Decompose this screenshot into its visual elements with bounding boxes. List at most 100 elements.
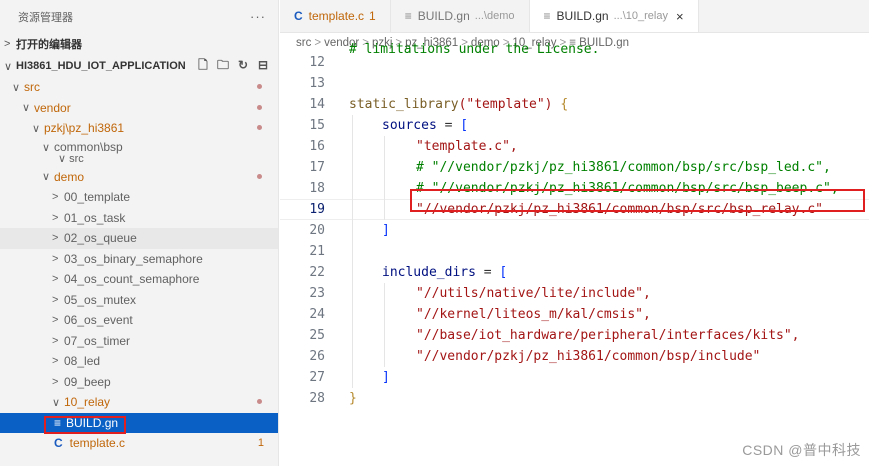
tree-item-08-led[interactable]: > 08_led	[0, 351, 278, 372]
tree-item-label: template.c	[69, 436, 126, 451]
tree-item-10-relay[interactable]: ∨ 10_relay	[0, 392, 278, 413]
indent-guide	[384, 304, 385, 325]
tree-item-label: 01_os_task	[64, 210, 126, 225]
explorer-sidebar: 资源管理器 ··· > 打开的编辑器 ∨ HI3861_HDU_IOT_APPL…	[0, 0, 279, 466]
line-number: 18	[309, 181, 325, 196]
file-tree: ∨ src ∨ vendor ∨ pzkj\pz_hi3861 ∨ common…	[0, 77, 278, 454]
tab-path-hint: ...\10_relay	[613, 10, 668, 22]
tree-item-03-os-binary-semaphore[interactable]: > 03_os_binary_semaphore	[0, 249, 278, 270]
line-number: 15	[309, 118, 325, 133]
collapse-all-icon[interactable]: ⊟	[256, 58, 270, 72]
tree-item-src[interactable]: ∨ src	[0, 77, 278, 98]
code-text: include_dirs = [	[382, 265, 508, 280]
line-number: 21	[309, 244, 325, 259]
line-number: 25	[309, 328, 325, 343]
tree-item-00-template[interactable]: > 00_template	[0, 187, 278, 208]
code-line: 17 # "//vendor/pzkj/pz_hi3861/common/bsp…	[280, 157, 869, 178]
code-line: 15 sources = [	[280, 115, 869, 136]
tree-item-demo[interactable]: ∨ demo	[0, 167, 278, 188]
indent-guide	[384, 136, 385, 157]
code-line: 24 "//kernel/liteos_m/kal/cmsis",	[280, 304, 869, 325]
tree-item-04-os-count-semaphore[interactable]: > 04_os_count_semaphore	[0, 269, 278, 290]
new-folder-icon[interactable]: 🗀	[216, 58, 230, 72]
code-text: # "//vendor/pzkj/pz_hi3861/common/bsp/sr…	[416, 181, 839, 196]
indent-guide	[384, 178, 385, 199]
editor-tabs: C template.c 1 ≡ BUILD.gn ...\demo ≡ BUI…	[280, 0, 869, 33]
code-line: 22 include_dirs = [	[280, 262, 869, 283]
tab-build-gn-relay[interactable]: ≡ BUILD.gn ...\10_relay ×	[529, 0, 699, 32]
tab-template-c[interactable]: C template.c 1	[280, 0, 391, 32]
tab-build-gn-demo[interactable]: ≡ BUILD.gn ...\demo	[391, 0, 530, 32]
tree-item-sub-label: ∨ src	[58, 152, 84, 165]
new-file-icon[interactable]: 🗋	[196, 58, 210, 72]
indent-guide	[384, 283, 385, 304]
chevron-down-icon: ∨	[32, 122, 41, 135]
code-line: 13	[280, 73, 869, 94]
tree-item-label: 08_led	[64, 354, 101, 369]
chevron-right-icon: >	[52, 273, 59, 286]
chevron-down-icon: ∨	[52, 396, 61, 409]
chevron-right-icon: >	[52, 334, 59, 347]
tree-item-label: 10_relay	[64, 395, 111, 410]
indent-guide	[352, 346, 353, 367]
tree-item-common-bsp[interactable]: ∨ common\bsp ∨ src	[0, 139, 278, 167]
indent-guide	[352, 283, 353, 304]
code-line: 23 "//utils/native/lite/include",	[280, 283, 869, 304]
code-text: # "//vendor/pzkj/pz_hi3861/common/bsp/sr…	[416, 160, 831, 175]
tree-item-06-os-event[interactable]: > 06_os_event	[0, 310, 278, 331]
project-name: HI3861_HDU_IOT_APPLICATION	[16, 60, 186, 72]
code-text: ]	[382, 223, 390, 238]
chevron-right-icon: >	[52, 232, 59, 245]
tree-item-02-os-queue[interactable]: > 02_os_queue	[0, 228, 278, 249]
explorer-title: 资源管理器	[18, 11, 73, 24]
tab-label: BUILD.gn	[417, 9, 470, 23]
chevron-down-icon: ∨	[22, 102, 31, 115]
chevron-down-icon: ∨	[12, 81, 21, 94]
code-text: "template.c",	[416, 139, 518, 154]
code-line-current: 19 "//vendor/pzkj/pz_hi3861/common/bsp/s…	[280, 199, 869, 220]
open-editors-section[interactable]: > 打开的编辑器	[0, 33, 278, 55]
indent-guide	[352, 304, 353, 325]
line-number: 16	[309, 139, 325, 154]
close-icon[interactable]: ×	[676, 9, 684, 24]
tree-item-label: 06_os_event	[64, 313, 133, 328]
indent-guide	[352, 178, 353, 199]
indent-guide	[384, 199, 385, 220]
code-text: static_library("template") {	[349, 97, 569, 112]
tree-item-01-os-task[interactable]: > 01_os_task	[0, 208, 278, 229]
tree-item-07-os-timer[interactable]: > 07_os_timer	[0, 331, 278, 352]
code-line: 28 }	[280, 388, 869, 409]
open-editors-label: 打开的编辑器	[16, 39, 82, 51]
code-line: 25 "//base/iot_hardware/peripheral/inter…	[280, 325, 869, 346]
indent-guide	[352, 136, 353, 157]
modified-dot-icon	[257, 173, 262, 179]
tree-item-build-gn[interactable]: ≡ BUILD.gn	[0, 412, 278, 433]
tree-item-label: common\bsp	[54, 139, 123, 154]
code-text: }	[349, 391, 357, 406]
chevron-down-icon: ∨	[42, 141, 51, 154]
indent-guide	[352, 199, 353, 220]
chevron-right-icon: >	[52, 191, 59, 204]
tree-item-vendor[interactable]: ∨ vendor	[0, 98, 278, 119]
tree-item-pzkj[interactable]: ∨ pzkj\pz_hi3861	[0, 118, 278, 139]
tab-label: template.c	[308, 9, 365, 23]
code-text: "//kernel/liteos_m/kal/cmsis",	[416, 307, 651, 322]
refresh-icon[interactable]: ↻	[236, 58, 250, 72]
project-root[interactable]: ∨ HI3861_HDU_IOT_APPLICATION 🗋 🗀 ↻ ⊟	[0, 55, 278, 77]
code-text: ]	[382, 370, 390, 385]
tree-item-label: vendor	[34, 100, 71, 115]
code-line: 16 "template.c",	[280, 136, 869, 157]
compact-folder: common\bsp ∨ src	[54, 141, 123, 165]
code-line: 21	[280, 241, 869, 262]
more-actions-icon[interactable]: ···	[250, 9, 266, 24]
tree-item-label: 04_os_count_semaphore	[64, 272, 200, 287]
tree-item-09-beep[interactable]: > 09_beep	[0, 372, 278, 393]
tree-item-label: 05_os_mutex	[64, 292, 137, 307]
breadcrumb-item[interactable]: src	[296, 37, 311, 49]
line-number: 14	[309, 97, 325, 112]
indent-guide	[352, 325, 353, 346]
tree-item-05-os-mutex[interactable]: > 05_os_mutex	[0, 290, 278, 311]
line-number: 24	[309, 307, 325, 322]
tree-item-template-c[interactable]: C template.c 1	[0, 433, 278, 454]
code-editor[interactable]: 12 # limitations under the License. 13 1…	[280, 42, 869, 409]
